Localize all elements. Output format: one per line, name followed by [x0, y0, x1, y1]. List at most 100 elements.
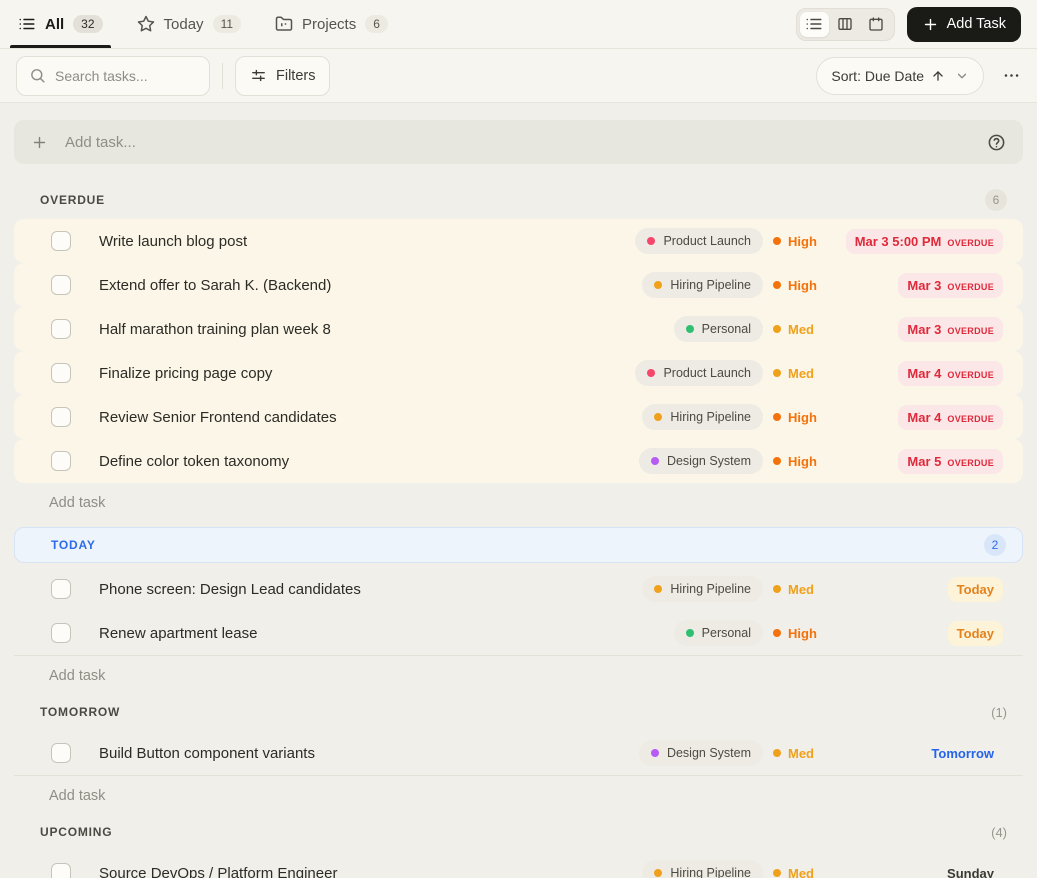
tab-all[interactable]: All 32	[10, 0, 111, 48]
project-color-dot	[685, 629, 694, 637]
section-title: TODAY	[51, 538, 96, 552]
priority-label: Med	[773, 582, 861, 597]
project-tag[interactable]: Personal	[673, 316, 763, 342]
task-row[interactable]: Finalize pricing page copy Product Launc…	[14, 351, 1023, 395]
add-task-button[interactable]: Add Task	[906, 6, 1021, 42]
project-tag-label: Product Launch	[663, 366, 751, 380]
tab-count-badge: 11	[212, 15, 242, 33]
overdue-badge: OVERDUE	[947, 457, 994, 468]
view-switcher	[795, 7, 895, 41]
due-date-text: Today	[956, 581, 994, 597]
priority-text: Med	[788, 321, 814, 337]
task-meta: Hiring Pipeline High Mar 4 OVERDUE	[613, 404, 1003, 430]
priority-text: High	[788, 409, 817, 425]
plus-icon	[31, 134, 48, 151]
task-checkbox[interactable]	[51, 743, 71, 763]
project-tag[interactable]: Hiring Pipeline	[642, 272, 763, 298]
section-header[interactable]: OVERDUE 6	[14, 189, 1023, 211]
due-date: Sunday	[938, 861, 1003, 878]
task-row[interactable]: Source DevOps / Platform Engineer Hiring…	[14, 851, 1023, 878]
section-count: (1)	[991, 704, 1007, 720]
task-meta: Hiring Pipeline High Mar 3 OVERDUE	[613, 272, 1003, 298]
task-checkbox[interactable]	[51, 623, 71, 643]
project-tag[interactable]: Personal	[673, 620, 763, 646]
task-checkbox[interactable]	[51, 363, 71, 383]
task-row[interactable]: Build Button component variants Design S…	[14, 731, 1023, 775]
folder-icon	[275, 15, 293, 33]
project-tag[interactable]: Hiring Pipeline	[642, 860, 763, 878]
board-view-button[interactable]	[831, 12, 860, 37]
task-checkbox[interactable]	[51, 275, 71, 295]
task-row[interactable]: Half marathon training plan week 8 Perso…	[14, 307, 1023, 351]
section-tomorrow: TOMORROW (1) Build Button component vari…	[14, 702, 1023, 816]
priority-color-dot	[773, 629, 781, 637]
section-title: OVERDUE	[40, 193, 105, 207]
add-task-link[interactable]: Add task	[14, 483, 1023, 523]
due-date-text: Tomorrow	[931, 745, 994, 761]
task-checkbox[interactable]	[51, 579, 71, 599]
sort-button[interactable]: Sort: Due Date	[816, 56, 984, 95]
priority-label: High	[773, 626, 861, 641]
task-row[interactable]: Phone screen: Design Lead candidates Hir…	[14, 567, 1023, 611]
priority-label: High	[773, 454, 861, 469]
task-title: Write launch blog post	[99, 232, 248, 250]
task-checkbox[interactable]	[51, 319, 71, 339]
priority-text: High	[788, 233, 817, 249]
project-tag[interactable]: Design System	[638, 448, 763, 474]
task-row[interactable]: Renew apartment lease Personal High Toda…	[14, 611, 1023, 655]
task-title: Build Button component variants	[99, 744, 315, 762]
task-checkbox[interactable]	[51, 231, 71, 251]
list-icon	[18, 15, 36, 33]
task-row[interactable]: Define color token taxonomy Design Syste…	[14, 439, 1023, 483]
task-title: Finalize pricing page copy	[99, 364, 273, 382]
section-rows: Source DevOps / Platform Engineer Hiring…	[14, 851, 1023, 878]
filters-button[interactable]: Filters	[235, 55, 331, 96]
task-meta: Design System High Mar 5 OVERDUE	[613, 448, 1003, 474]
section-rows: Build Button component variants Design S…	[14, 731, 1023, 776]
project-tag[interactable]: Product Launch	[635, 228, 763, 254]
section-header[interactable]: TODAY 2	[14, 527, 1023, 563]
search-input[interactable]	[55, 67, 197, 84]
section-header[interactable]: TOMORROW (1)	[14, 702, 1023, 722]
project-tag-label: Personal	[701, 626, 751, 640]
due-date: Mar 3 5:00 PM OVERDUE	[845, 228, 1003, 254]
task-checkbox[interactable]	[51, 451, 71, 471]
list-view-button[interactable]	[799, 11, 829, 37]
add-task-link-label: Add task	[49, 495, 106, 511]
help-icon[interactable]	[987, 133, 1006, 152]
task-row[interactable]: Review Senior Frontend candidates Hiring…	[14, 395, 1023, 439]
task-checkbox[interactable]	[51, 407, 71, 427]
tab-today[interactable]: Today 11	[135, 0, 244, 48]
task-meta: Product Launch Med Mar 4 OVERDUE	[613, 360, 1003, 386]
project-color-dot	[654, 869, 663, 877]
more-options-button[interactable]	[1002, 66, 1021, 85]
task-row[interactable]: Extend offer to Sarah K. (Backend) Hirin…	[14, 263, 1023, 307]
project-tag-label: Hiring Pipeline	[670, 410, 751, 424]
calendar-view-button[interactable]	[862, 12, 891, 37]
calendar-icon	[868, 16, 884, 32]
search-box[interactable]	[16, 55, 210, 96]
project-color-dot	[647, 237, 656, 245]
task-checkbox[interactable]	[51, 863, 71, 878]
quick-add-task-row[interactable]: Add task...	[14, 120, 1023, 164]
star-icon	[137, 15, 155, 33]
project-tag[interactable]: Hiring Pipeline	[642, 576, 763, 602]
project-tag-label: Personal	[701, 322, 751, 336]
project-tag[interactable]: Hiring Pipeline	[642, 404, 763, 430]
task-meta: Hiring Pipeline Med Today	[613, 576, 1003, 602]
priority-color-dot	[773, 281, 781, 289]
top-tab-bar: All 32 Today 11 Projects 6 Add Task	[0, 0, 1037, 49]
project-tag[interactable]: Product Launch	[635, 360, 763, 386]
tab-label: Projects	[302, 15, 357, 33]
add-task-link[interactable]: Add task	[14, 656, 1023, 696]
due-date-text: Mar 4	[907, 409, 942, 425]
section-count: 2	[984, 534, 1006, 556]
task-row[interactable]: Write launch blog post Product Launch Hi…	[14, 219, 1023, 263]
add-task-link[interactable]: Add task	[14, 776, 1023, 816]
ellipsis-icon	[1002, 66, 1021, 85]
project-tag[interactable]: Design System	[638, 740, 763, 766]
priority-label: Med	[773, 322, 861, 337]
project-color-dot	[647, 369, 656, 377]
tab-projects[interactable]: Projects 6	[273, 0, 390, 48]
section-header[interactable]: UPCOMING (4)	[14, 822, 1023, 842]
